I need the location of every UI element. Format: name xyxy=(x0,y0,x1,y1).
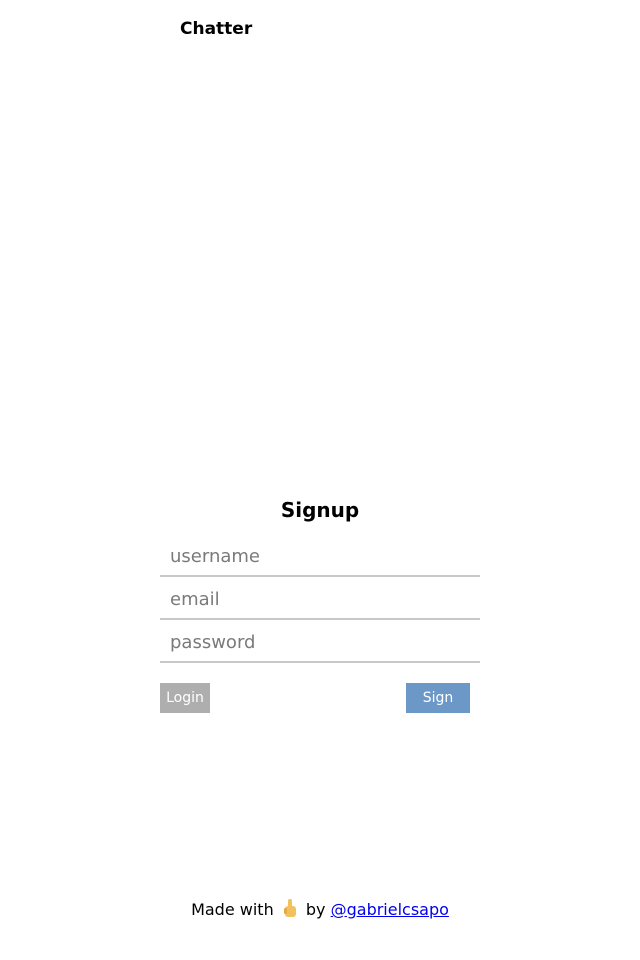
login-button[interactable]: Login xyxy=(160,683,210,713)
page: Chatter Signup Login Sign Up Made with b… xyxy=(0,0,640,960)
email-input[interactable] xyxy=(160,577,480,620)
author-link[interactable]: @gabrielcsapo xyxy=(331,900,449,919)
footer: Made with by @gabrielcsapo xyxy=(0,898,640,921)
signup-form: Signup Login Sign Up xyxy=(160,496,480,736)
password-input[interactable] xyxy=(160,620,480,663)
button-row: Login Sign Up xyxy=(160,683,480,736)
username-input[interactable] xyxy=(160,534,480,577)
signup-button[interactable]: Sign Up xyxy=(406,683,470,736)
pointing-finger-icon xyxy=(281,898,299,918)
app-title: Chatter xyxy=(180,19,253,39)
footer-by: by xyxy=(305,900,326,919)
footer-made-with: Made with xyxy=(191,900,274,919)
form-title: Signup xyxy=(280,498,360,522)
